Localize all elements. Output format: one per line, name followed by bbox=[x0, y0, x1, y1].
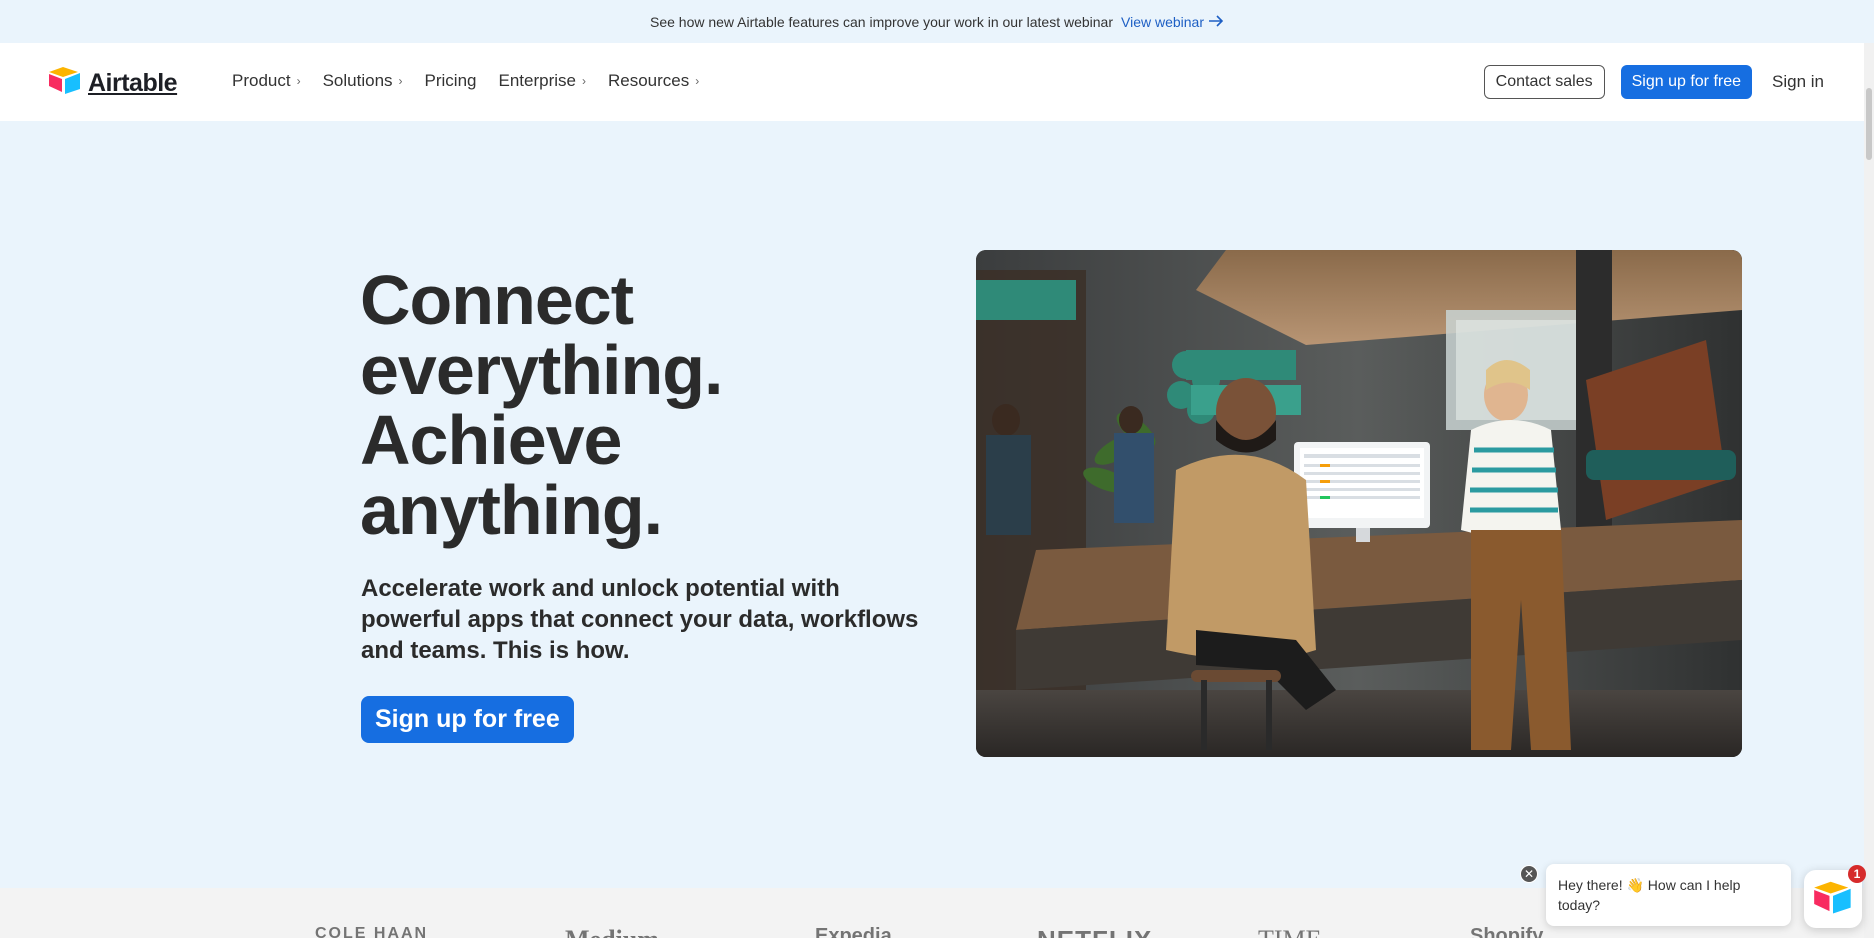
menu-item-label: Pricing bbox=[424, 71, 477, 90]
contact-sales-button[interactable]: Contact sales bbox=[1483, 65, 1605, 99]
headline-line: anything. bbox=[360, 471, 663, 549]
announcement-bar: See how new Airtable features can improv… bbox=[0, 0, 1874, 43]
announcement-text: See how new Airtable features can improv… bbox=[649, 13, 1113, 30]
hero-subhead: Accelerate work and unlock potential wit… bbox=[361, 575, 919, 664]
chevron-right-icon: › bbox=[695, 74, 700, 88]
nav-actions: Contact sales Sign up for free Sign in bbox=[1483, 65, 1824, 99]
main-menu: Product › Solutions › Pricing Enterprise… bbox=[232, 71, 699, 91]
chevron-right-icon: › bbox=[296, 74, 301, 88]
airtable-logo-link[interactable]: Airtable bbox=[48, 65, 178, 102]
signup-button[interactable]: Sign up for free bbox=[1620, 65, 1753, 99]
brand-logo-netflix: NETFLIX bbox=[1037, 925, 1152, 938]
view-webinar-label: View webinar bbox=[1121, 13, 1205, 30]
airtable-chat-icon bbox=[1813, 879, 1853, 920]
chevron-right-icon: › bbox=[581, 74, 586, 88]
headline-line: Achieve bbox=[360, 401, 622, 479]
brand-logo-expedia: Expedia bbox=[815, 925, 892, 938]
menu-item-label: Solutions bbox=[322, 71, 393, 90]
menu-item-label: Product bbox=[232, 71, 291, 90]
arrow-right-icon bbox=[1208, 14, 1224, 30]
chat-close-icon[interactable]: ✕ bbox=[1520, 865, 1538, 883]
top-navigation: Airtable Product › Solutions › Pricing E… bbox=[0, 43, 1864, 121]
chat-greeting-bubble[interactable]: Hey there! 👋 How can I help today? bbox=[1546, 864, 1791, 926]
view-webinar-link[interactable]: View webinar bbox=[1121, 14, 1224, 30]
brand-logo-cole-haan: COLE HAAN bbox=[315, 925, 429, 938]
notification-badge: 1 bbox=[1848, 865, 1866, 883]
airtable-logo-icon bbox=[48, 65, 82, 102]
hero-signup-button[interactable]: Sign up for free bbox=[361, 696, 574, 743]
menu-item-product[interactable]: Product › bbox=[232, 71, 301, 91]
menu-item-solutions[interactable]: Solutions › bbox=[323, 71, 403, 91]
chevron-right-icon: › bbox=[398, 74, 403, 88]
signin-link[interactable]: Sign in bbox=[1768, 72, 1824, 92]
menu-item-resources[interactable]: Resources › bbox=[608, 71, 699, 91]
menu-item-label: Enterprise bbox=[498, 71, 576, 90]
scrollbar-thumb[interactable] bbox=[1866, 88, 1872, 160]
hero-photo bbox=[976, 250, 1742, 757]
headline-line: Connect bbox=[360, 261, 634, 339]
brand-logo-medium: Medium bbox=[565, 925, 659, 938]
brand-logo-time: TIME bbox=[1258, 925, 1322, 938]
menu-item-label: Resources bbox=[607, 71, 690, 90]
brand-name: Airtable bbox=[88, 69, 178, 97]
headline-line: everything. bbox=[360, 331, 723, 409]
brand-logo-shopify: Shopify bbox=[1470, 925, 1544, 938]
menu-item-pricing[interactable]: Pricing bbox=[425, 71, 477, 91]
menu-item-enterprise[interactable]: Enterprise › bbox=[499, 71, 586, 91]
hero-headline: Connect everything. Achieve anything. bbox=[360, 261, 723, 549]
page-scrollbar[interactable] bbox=[1864, 43, 1874, 938]
